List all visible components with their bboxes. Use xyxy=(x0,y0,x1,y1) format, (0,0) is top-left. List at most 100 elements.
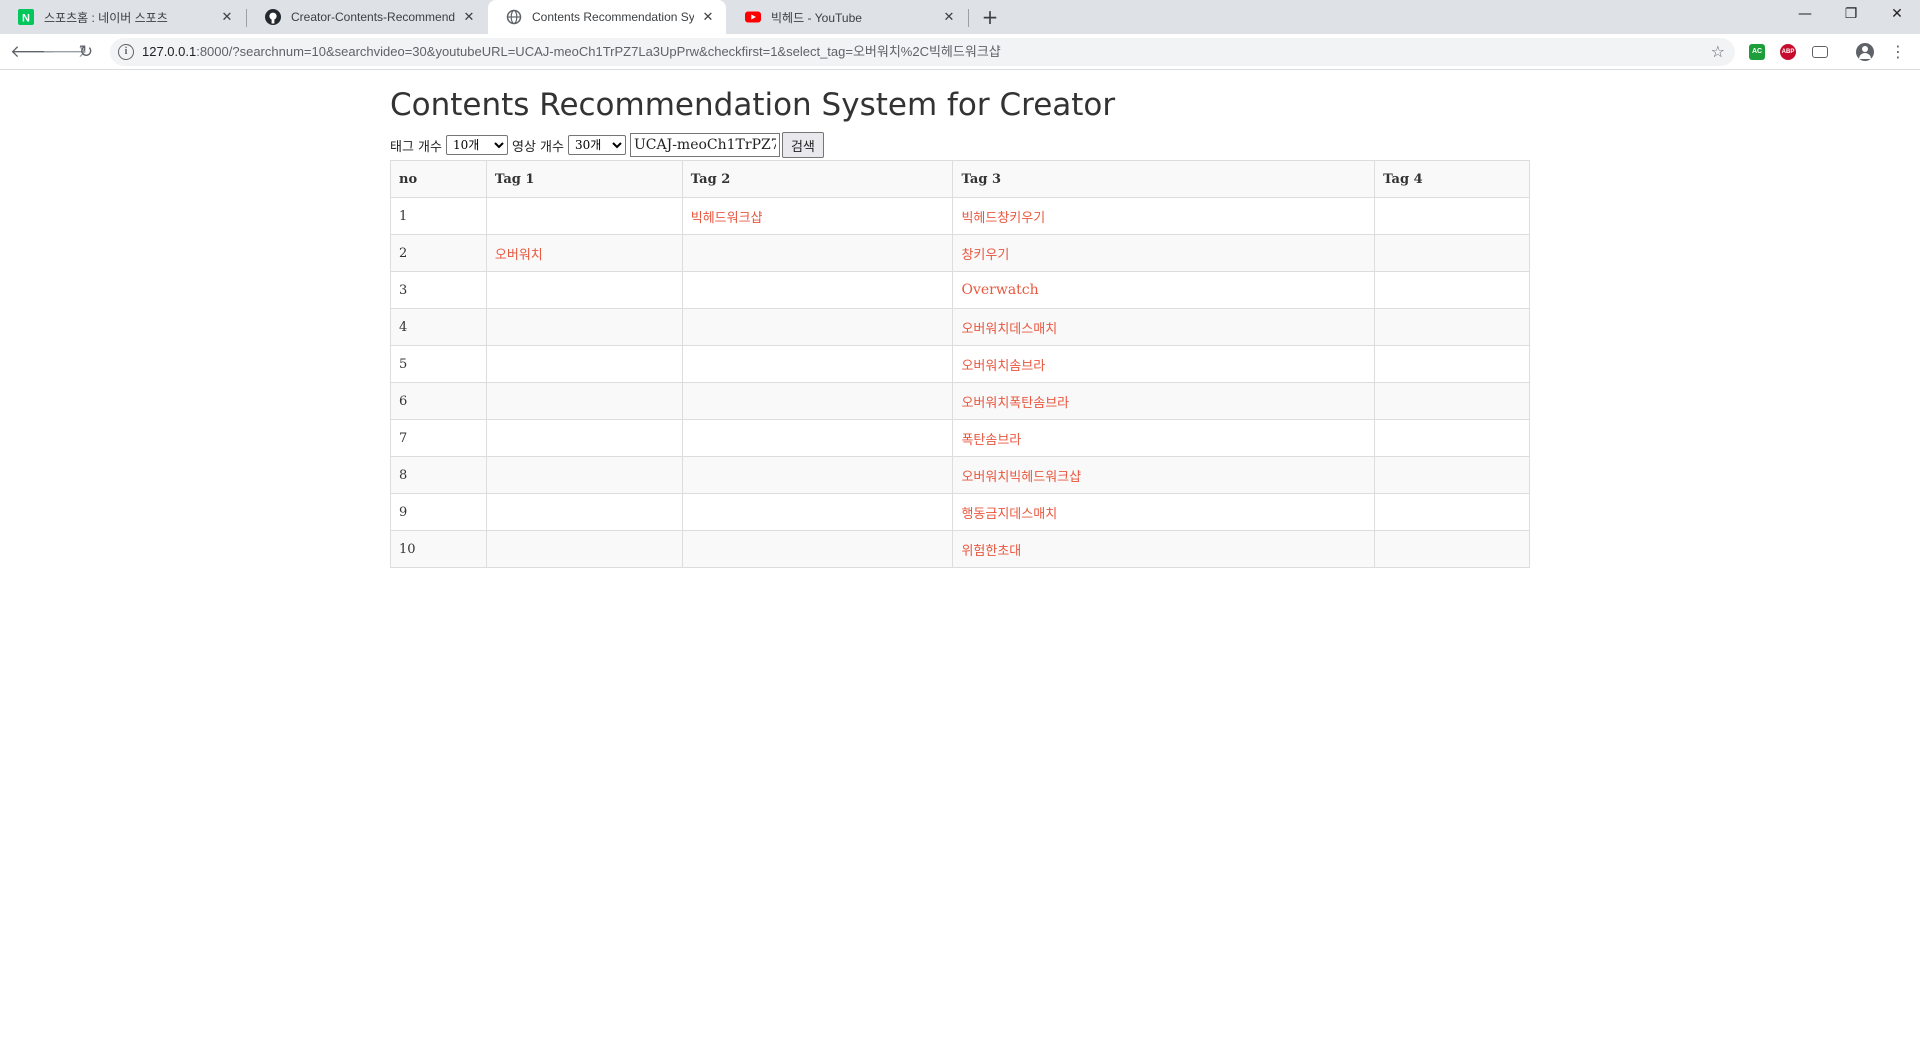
tag-count-select[interactable]: 10개 xyxy=(445,135,508,155)
tag-link[interactable]: 행동금지데스매치 xyxy=(961,507,1057,522)
tag-cell xyxy=(1374,382,1530,420)
tag-link[interactable]: 빅헤드워크샵 xyxy=(691,211,763,226)
tag-table: no Tag 1 Tag 2 Tag 3 Tag 4 1 빅헤드워크샵 빅헤드창키우… xyxy=(390,160,1530,568)
tag-cell xyxy=(681,345,954,383)
tag-link[interactable]: 오버워치데스매치 xyxy=(961,322,1057,337)
tag-cell: 폭탄솜브라 xyxy=(952,419,1376,457)
search-form: 태그 개수 10개 영상 개수 30개 검색 xyxy=(390,132,824,158)
tag-cell xyxy=(1374,271,1530,309)
url-path: :8000/?searchnum=10&searchvideo=30&youtu… xyxy=(196,44,1001,59)
table-row: 7 폭탄솜브라 xyxy=(390,419,1530,457)
tag-link[interactable]: 빅헤드창키우기 xyxy=(961,211,1045,226)
tag-cell: 빅헤드창키우기 xyxy=(952,197,1376,235)
video-count-select[interactable]: 30개 xyxy=(567,135,626,155)
tag-cell xyxy=(681,493,954,531)
tag-cell xyxy=(1374,234,1530,272)
tag-link[interactable]: 오버워치폭탄솜브라 xyxy=(961,396,1069,411)
tag-link[interactable]: 오버워치 xyxy=(495,248,543,263)
header-no: no xyxy=(390,160,487,198)
tag-cell xyxy=(1374,530,1530,568)
browser-tab-github[interactable]: Creator-Contents-Recommenda ✕ xyxy=(247,0,487,34)
tag-link[interactable]: 오버워치빅헤드워크샵 xyxy=(961,470,1081,485)
tag-cell: 오버워치폭탄솜브라 xyxy=(952,382,1376,420)
tag-cell xyxy=(681,271,954,309)
tag-cell: 창키우기 xyxy=(952,234,1376,272)
tag-cell: 행동금지데스매치 xyxy=(952,493,1376,531)
tag-cell xyxy=(485,197,683,235)
ac-extension-icon[interactable]: AC xyxy=(1749,44,1765,60)
bookmark-star-icon[interactable]: ☆ xyxy=(1711,38,1725,66)
url-host: 127.0.0.1 xyxy=(142,44,197,59)
tag-cell: 오버워치데스매치 xyxy=(952,308,1376,346)
tag-cell xyxy=(1374,493,1530,531)
table-row: 9 행동금지데스매치 xyxy=(390,493,1530,531)
tag-cell: 오버워치빅헤드워크샵 xyxy=(952,456,1376,494)
tag-cell xyxy=(485,308,683,346)
row-number-cell: 6 xyxy=(390,382,487,420)
tab-title: Creator-Contents-Recommenda xyxy=(291,10,455,24)
tag-cell xyxy=(1374,456,1530,494)
naver-icon: N xyxy=(18,9,34,25)
info-icon[interactable]: i xyxy=(118,44,134,60)
close-window-button[interactable]: ✕ xyxy=(1874,0,1920,30)
cast-extension-icon[interactable] xyxy=(1812,46,1828,58)
tag-cell xyxy=(485,382,683,420)
tag-cell: 오버워치솜브라 xyxy=(952,345,1376,383)
row-number-cell: 9 xyxy=(390,493,487,531)
close-icon[interactable]: ✕ xyxy=(941,10,957,25)
tag-cell xyxy=(681,308,954,346)
table-row: 3 Overwatch xyxy=(390,271,1530,309)
tag-link[interactable]: Overwatch xyxy=(961,282,1038,298)
tag-cell: 오버워치 xyxy=(485,234,683,272)
row-number-cell: 2 xyxy=(390,234,487,272)
table-header-row: no Tag 1 Tag 2 Tag 3 Tag 4 xyxy=(390,160,1530,198)
restore-button[interactable]: ❐ xyxy=(1828,0,1874,30)
tag-cell xyxy=(681,382,954,420)
youtube-icon xyxy=(745,9,761,25)
header-tag-1: Tag 1 xyxy=(485,160,683,198)
adblock-extension-icon[interactable]: ABP xyxy=(1780,44,1796,60)
row-number-cell: 1 xyxy=(390,197,487,235)
tag-cell xyxy=(1374,419,1530,457)
forward-button[interactable]: 🡒 xyxy=(42,40,88,64)
tag-cell xyxy=(1374,345,1530,383)
table-row: 8 오버워치빅헤드워크샵 xyxy=(390,456,1530,494)
tag-cell xyxy=(485,419,683,457)
new-tab-button[interactable]: + xyxy=(976,4,1004,30)
minimize-button[interactable]: — xyxy=(1782,0,1828,30)
tag-cell xyxy=(485,345,683,383)
table-row: 10 위험한초대 xyxy=(390,530,1530,568)
channel-id-input[interactable] xyxy=(629,133,780,157)
tag-cell xyxy=(681,419,954,457)
tag-cell xyxy=(1374,308,1530,346)
close-icon[interactable]: ✕ xyxy=(219,10,235,25)
profile-avatar-icon[interactable] xyxy=(1856,43,1874,61)
tag-link[interactable]: 폭탄솜브라 xyxy=(961,433,1021,448)
tab-title: Contents Recommendation Syst xyxy=(532,10,694,24)
tab-title: 빅헤드 - YouTube xyxy=(771,10,862,25)
tab-title: 스포츠홈 : 네이버 스포츠 xyxy=(44,10,168,25)
svg-text:N: N xyxy=(22,13,30,25)
url-text[interactable]: 127.0.0.1:8000/?searchnum=10&searchvideo… xyxy=(142,38,1001,66)
search-button[interactable]: 검색 xyxy=(781,132,824,158)
tag-link[interactable]: 위험한초대 xyxy=(961,544,1021,559)
menu-kebab-icon[interactable]: ⋮ xyxy=(1886,40,1910,64)
reload-button[interactable]: ↻ xyxy=(74,40,98,64)
back-button[interactable]: 🡐 xyxy=(10,40,56,64)
row-number-cell: 3 xyxy=(390,271,487,309)
tag-link[interactable]: 오버워치솜브라 xyxy=(961,359,1045,374)
table-row: 2 오버워치 창키우기 xyxy=(390,234,1530,272)
tag-cell: 빅헤드워크샵 xyxy=(681,197,954,235)
header-tag-3: Tag 3 xyxy=(952,160,1376,198)
address-bar[interactable]: i 127.0.0.1:8000/?searchnum=10&searchvid… xyxy=(110,38,1735,66)
browser-tab-naver-sports[interactable]: N 스포츠홈 : 네이버 스포츠 ✕ xyxy=(0,0,245,34)
browser-tab-youtube[interactable]: 빅헤드 - YouTube ✕ xyxy=(727,0,967,34)
close-icon[interactable]: ✕ xyxy=(700,10,716,25)
browser-tab-contents-recommendation[interactable]: Contents Recommendation Syst ✕ xyxy=(488,0,726,34)
browser-tab-strip: N 스포츠홈 : 네이버 스포츠 ✕ Creator-Contents-Reco… xyxy=(0,0,1920,34)
tag-link[interactable]: 창키우기 xyxy=(961,248,1009,263)
tag-cell: Overwatch xyxy=(952,271,1376,309)
tab-separator xyxy=(968,9,969,27)
tag-cell xyxy=(681,456,954,494)
close-icon[interactable]: ✕ xyxy=(461,10,477,25)
